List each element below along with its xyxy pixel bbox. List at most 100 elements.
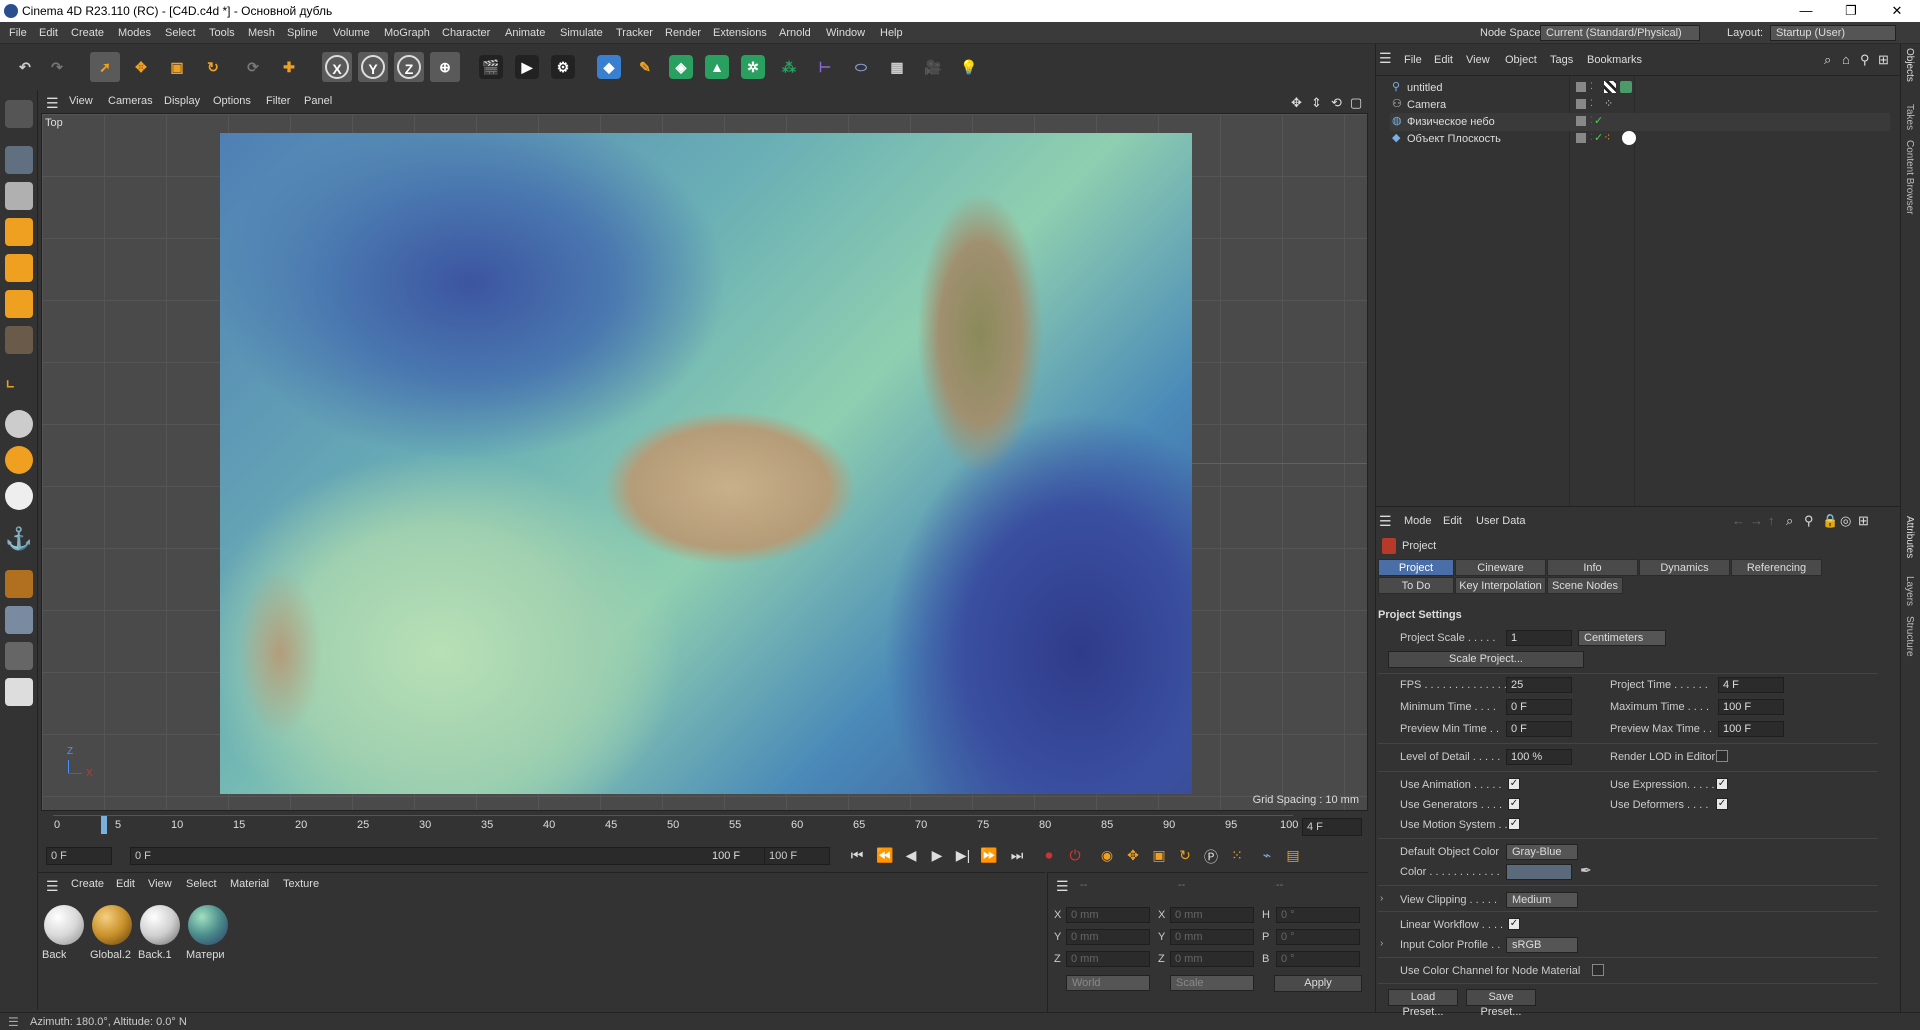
- key-rotation-icon[interactable]: ↻: [1174, 847, 1196, 867]
- menu-window[interactable]: Window: [826, 27, 865, 39]
- render-visibility-icon[interactable]: ⁚: [1590, 115, 1593, 126]
- side-tab-attributes[interactable]: Attributes: [1904, 516, 1915, 558]
- back-arrow-icon[interactable]: ←: [1732, 513, 1745, 528]
- scale-project-button[interactable]: Scale Project...: [1388, 651, 1584, 668]
- viewport-menu-view[interactable]: View: [69, 95, 93, 107]
- key-scale-icon[interactable]: ▣: [1148, 847, 1170, 867]
- prev-frame-icon[interactable]: ◀: [900, 847, 922, 867]
- objects-search-icon[interactable]: ⌕: [1824, 52, 1831, 68]
- coord-rot-p-field[interactable]: 0 °: [1276, 929, 1360, 945]
- material-menu-select[interactable]: Select: [186, 878, 217, 890]
- coord-rot-b-field[interactable]: 0 °: [1276, 951, 1360, 967]
- floor-icon[interactable]: ▦: [882, 52, 912, 82]
- menu-select[interactable]: Select: [165, 27, 196, 39]
- render-settings-icon[interactable]: ⚙: [548, 52, 578, 82]
- menu-tools[interactable]: Tools: [209, 27, 235, 39]
- key-position-icon[interactable]: ✥: [1122, 847, 1144, 867]
- maximize-button[interactable]: ❐: [1828, 0, 1874, 22]
- apply-button[interactable]: Apply: [1274, 975, 1362, 992]
- coord-space-dropdown[interactable]: World: [1066, 975, 1150, 991]
- object-name[interactable]: Физическое небо: [1407, 116, 1495, 128]
- material-menu-edit[interactable]: Edit: [116, 878, 135, 890]
- node-space-dropdown[interactable]: Current (Standard/Physical): [1540, 25, 1700, 41]
- move-tool-icon[interactable]: ✥: [126, 52, 156, 82]
- menu-render[interactable]: Render: [665, 27, 701, 39]
- timeline-ruler[interactable]: 0 5 10 15 20 25 30 35 40 45 50 55 60 65 …: [38, 812, 1368, 842]
- view-clipping-expand-icon[interactable]: ›: [1380, 893, 1383, 904]
- coords-hamburger-icon[interactable]: ☰: [1056, 878, 1069, 895]
- tab-scene-nodes[interactable]: Scene Nodes: [1547, 577, 1623, 594]
- end-frame-field[interactable]: 100 F: [764, 847, 830, 865]
- material-tag-icon[interactable]: [1620, 81, 1632, 93]
- menu-create[interactable]: Create: [71, 27, 104, 39]
- render-visibility-icon[interactable]: ⁚: [1590, 81, 1593, 92]
- coord-rot-h-field[interactable]: 0 °: [1276, 907, 1360, 923]
- menu-extensions[interactable]: Extensions: [713, 27, 767, 39]
- tab-info[interactable]: Info: [1547, 559, 1638, 576]
- side-tab-layers[interactable]: Layers: [1904, 576, 1915, 606]
- texture-mode-icon[interactable]: [5, 182, 33, 210]
- viewport-menu-cameras[interactable]: Cameras: [108, 95, 153, 107]
- render-visibility-icon[interactable]: ⁚: [1590, 98, 1593, 109]
- material-terrain[interactable]: Матери: [186, 903, 230, 961]
- viewport-menu-display[interactable]: Display: [164, 95, 200, 107]
- save-preset-button[interactable]: Save Preset...: [1466, 989, 1536, 1018]
- side-tab-objects[interactable]: Objects: [1904, 48, 1915, 82]
- maximum-time-field[interactable]: 100 F: [1718, 699, 1784, 715]
- tab-key-interpolation[interactable]: Key Interpolation: [1455, 577, 1546, 594]
- go-to-end-icon[interactable]: ⏭: [1006, 847, 1028, 867]
- level-of-detail-field[interactable]: 100 %: [1506, 749, 1572, 765]
- quantize-icon[interactable]: [5, 482, 33, 510]
- select-tool-icon[interactable]: ➚: [90, 52, 120, 82]
- object-row-physical-sky[interactable]: ◍ Физическое небо ⁚ ✓: [1390, 113, 1890, 131]
- render-picture-viewer-icon[interactable]: ▶: [512, 52, 542, 82]
- preview-max-time-field[interactable]: 100 F: [1718, 721, 1784, 737]
- viewport-maximize-icon[interactable]: ▢: [1350, 95, 1362, 111]
- object-row-untitled[interactable]: ⚲ untitled ⁚: [1390, 79, 1890, 97]
- polygons-mode-icon[interactable]: [5, 290, 33, 318]
- objects-new-window-icon[interactable]: ⊞: [1878, 52, 1889, 68]
- side-tab-content-browser[interactable]: Content Browser: [1904, 140, 1915, 214]
- extrude-icon[interactable]: ▲: [702, 52, 732, 82]
- viewport-move-icon[interactable]: ✥: [1291, 95, 1302, 111]
- add-tool-icon[interactable]: ✚: [274, 52, 304, 82]
- project-time-field[interactable]: 4 F: [1718, 677, 1784, 693]
- menu-simulate[interactable]: Simulate: [560, 27, 603, 39]
- editor-visibility-icon[interactable]: [1576, 99, 1586, 109]
- linear-workflow-checkbox[interactable]: ✓: [1508, 918, 1520, 930]
- coord-scale-dropdown[interactable]: Scale: [1170, 975, 1254, 991]
- deformer-icon[interactable]: ⊢: [810, 52, 840, 82]
- objects-hamburger-icon[interactable]: ☰: [1379, 50, 1392, 67]
- menu-edit[interactable]: Edit: [39, 27, 58, 39]
- material-global-2[interactable]: Global.2: [90, 903, 134, 961]
- edges-mode-icon[interactable]: [5, 254, 33, 282]
- side-tab-structure[interactable]: Structure: [1904, 616, 1915, 657]
- tab-dynamics[interactable]: Dynamics: [1639, 559, 1730, 576]
- menu-spline[interactable]: Spline: [287, 27, 318, 39]
- objects-filter-icon[interactable]: ⚲: [1860, 52, 1870, 68]
- material-back-1[interactable]: Back.1: [138, 903, 182, 961]
- attributes-menu-user-data[interactable]: User Data: [1476, 515, 1526, 527]
- material-tag-icon[interactable]: [1622, 131, 1636, 145]
- drop-to-floor-icon[interactable]: [5, 678, 33, 706]
- next-frame-icon[interactable]: ▶|: [952, 847, 974, 867]
- use-motion-system-checkbox[interactable]: ✓: [1508, 818, 1520, 830]
- project-scale-field[interactable]: 1: [1506, 630, 1572, 646]
- locked-workplane-icon[interactable]: ⚓: [5, 526, 33, 554]
- object-row-plane[interactable]: ◆ Объект Плоскость ⁚ ✓ ⁖: [1390, 130, 1890, 148]
- close-button[interactable]: ✕: [1874, 0, 1920, 22]
- object-name[interactable]: Camera: [1407, 99, 1446, 111]
- minimize-button[interactable]: —: [1783, 0, 1829, 22]
- node-material-color-checkbox[interactable]: [1592, 964, 1604, 976]
- prev-key-icon[interactable]: ⏪: [874, 847, 896, 867]
- render-view-icon[interactable]: 🎬: [476, 52, 506, 82]
- attributes-search-icon[interactable]: ⌕: [1786, 513, 1793, 529]
- attributes-lock-icon[interactable]: 🔒: [1822, 513, 1838, 529]
- view-clipping-dropdown[interactable]: Medium: [1506, 892, 1578, 908]
- make-editable-icon[interactable]: [5, 100, 33, 128]
- load-preset-button[interactable]: Load Preset...: [1388, 989, 1458, 1018]
- input-color-profile-dropdown[interactable]: sRGB: [1506, 937, 1578, 953]
- mograph-cloner-icon[interactable]: ⁂: [774, 52, 804, 82]
- coord-size-y-field[interactable]: 0 mm: [1170, 929, 1254, 945]
- cube-icon[interactable]: ◆: [594, 52, 624, 82]
